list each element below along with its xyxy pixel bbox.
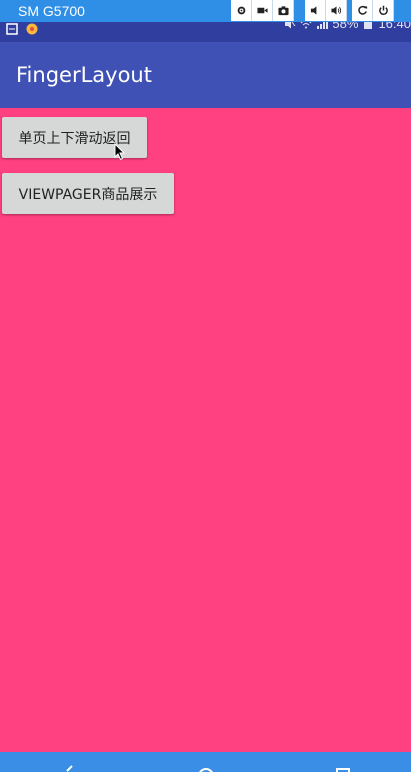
emulator-volume-group (305, 0, 347, 22)
navigation-bar (0, 752, 411, 772)
volume-up-icon[interactable] (326, 0, 347, 21)
video-camera-icon[interactable] (252, 0, 273, 21)
recents-icon[interactable] (328, 752, 358, 772)
emulator-tools-group (231, 0, 294, 22)
status-time: 16:40 (378, 22, 411, 31)
viewpager-showcase-button[interactable]: VIEWPAGER商品展示 (2, 173, 174, 214)
status-bar: 58% 16:40 (0, 22, 411, 42)
home-icon[interactable] (191, 752, 221, 772)
power-icon[interactable] (373, 0, 394, 21)
back-icon[interactable] (54, 752, 84, 772)
emulator-toolbar: SM G5700 (0, 0, 411, 22)
volume-down-icon[interactable] (305, 0, 326, 21)
battery-icon (364, 22, 373, 29)
signal-icon (317, 22, 329, 29)
status-indicators: 58% 16:40 (284, 22, 411, 31)
mouse-cursor-icon (114, 143, 126, 161)
battery-percent: 58% (332, 22, 359, 31)
emulator-power-group (352, 0, 394, 22)
app-title: FingerLayout (16, 63, 152, 87)
main-content: 单页上下滑动返回 VIEWPAGER商品展示 (0, 108, 411, 752)
device-name: SM G5700 (18, 3, 85, 19)
camera-icon[interactable] (273, 0, 294, 21)
rotate-icon[interactable] (352, 0, 373, 21)
wifi-icon (301, 22, 312, 28)
app-toolbar: FingerLayout (0, 42, 411, 108)
emoji-icon (26, 23, 38, 35)
gear-icon[interactable] (231, 0, 252, 21)
clipboard-icon (6, 23, 18, 35)
status-notifications (6, 23, 38, 35)
mute-icon (285, 22, 296, 28)
